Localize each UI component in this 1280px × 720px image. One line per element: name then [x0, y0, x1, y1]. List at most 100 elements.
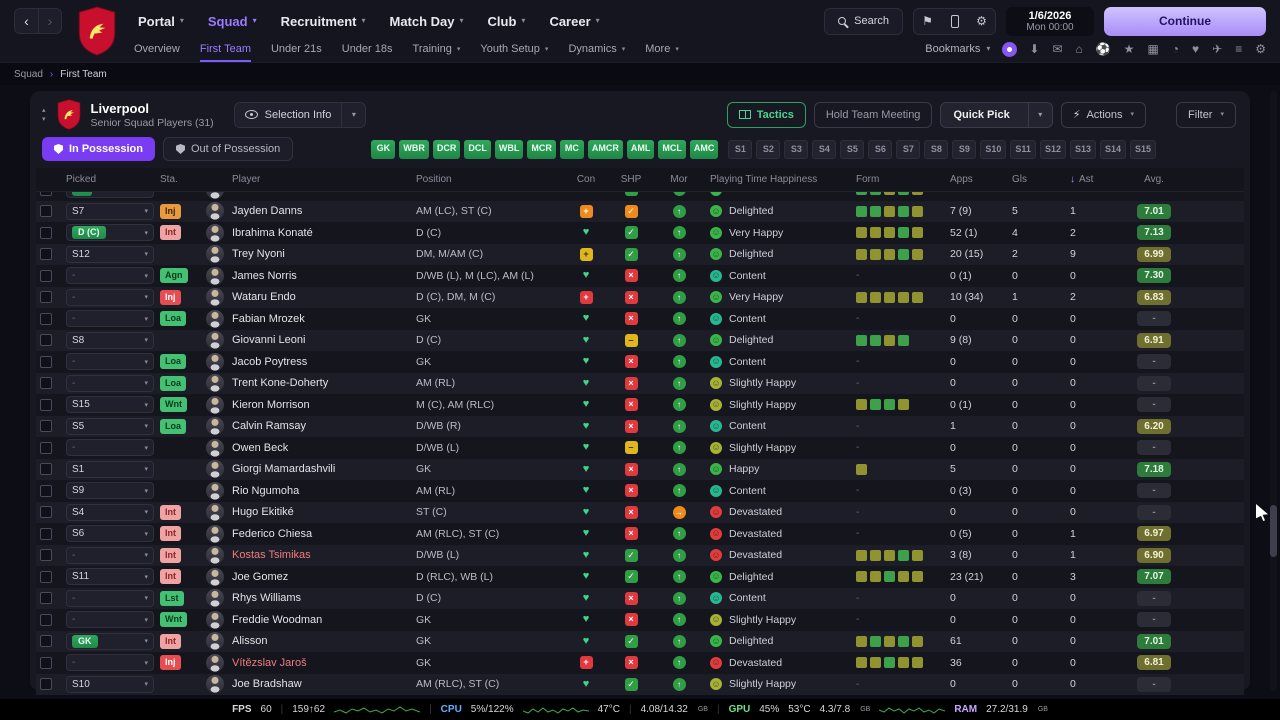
table-row[interactable]: S6 ▾ Int Federico Chiesa AM (RLC), ST (C) ♥ × ↑…	[36, 523, 1244, 545]
table-row[interactable]: - ▾ Loa Trent Kone-Doherty AM (RL) ♥ × ↑ ☺ Slight…	[36, 372, 1244, 394]
position-chip-wbr[interactable]: WBR	[399, 139, 429, 159]
table-row[interactable]: - ▾ Lst Rhys Williams D (C) ♥ × ↑ ☺ Content -0 0 0-	[36, 587, 1244, 609]
slot-chip-s5[interactable]: S5	[840, 139, 865, 159]
slot-chip-s10[interactable]: S10	[980, 139, 1007, 159]
row-checkbox[interactable]	[40, 192, 52, 196]
breadcrumb-squad[interactable]: Squad	[14, 69, 43, 80]
flag-icon[interactable]: ⚑	[914, 9, 941, 34]
table-row[interactable]: - ▾ Owen Beck D/WB (L) ♥ – ↑ ☺ Slightly Happy -0 0…	[36, 437, 1244, 459]
player-name[interactable]: Wataru Endo	[232, 291, 296, 303]
subnav-item-under-21s[interactable]: Under 21s	[271, 36, 322, 62]
manager-badge[interactable]	[1002, 41, 1018, 57]
table-row[interactable]: ▾ ♥ ✓ ↑ ☺	[36, 192, 1244, 201]
row-checkbox[interactable]	[40, 420, 52, 433]
picked-dropdown[interactable]: S12 ▾	[66, 245, 154, 263]
row-checkbox[interactable]	[40, 398, 52, 411]
player-name[interactable]: Vítězslav Jaroš	[232, 657, 307, 669]
player-name[interactable]: James Norris	[232, 270, 297, 282]
picked-dropdown[interactable]: S1 ▾	[66, 460, 154, 478]
bookmarks-dropdown[interactable]: Bookmarks ▾	[925, 43, 990, 55]
subnav-item-under-18s[interactable]: Under 18s	[342, 36, 393, 62]
player-name[interactable]: Rhys Williams	[232, 592, 301, 604]
slot-chip-s1[interactable]: S1	[728, 139, 753, 159]
slot-chip-s2[interactable]: S2	[756, 139, 781, 159]
picked-dropdown[interactable]: GK ▾	[66, 632, 154, 650]
player-name[interactable]: Joe Bradshaw	[232, 678, 302, 690]
nav-item-club[interactable]: Club ▾	[488, 14, 526, 29]
row-checkbox[interactable]	[40, 334, 52, 347]
player-name[interactable]: Alisson	[232, 635, 267, 647]
row-checkbox[interactable]	[40, 613, 52, 626]
hold-team-meeting-button[interactable]: Hold Team Meeting	[813, 101, 933, 128]
menu-icon[interactable]: ≡	[1235, 43, 1242, 55]
medical-icon[interactable]: ♥	[1192, 43, 1199, 55]
home-icon[interactable]: ⌂	[1075, 43, 1082, 55]
picked-dropdown[interactable]: - ▾	[66, 546, 154, 564]
picked-dropdown[interactable]: - ▾	[66, 589, 154, 607]
picked-dropdown[interactable]: - ▾	[66, 310, 154, 328]
col-header-mor[interactable]: Mor	[656, 168, 702, 191]
chevron-down-icon[interactable]: ▾	[1027, 102, 1052, 127]
player-name[interactable]: Giorgi Mamardashvili	[232, 463, 335, 475]
history-icon[interactable]: ◔	[1172, 43, 1179, 55]
col-header-form[interactable]: Form	[844, 168, 934, 191]
table-row[interactable]: S7 ▾ Inj Jayden Danns AM (LC), ST (C) + ✓ ↑ ☺ Del…	[36, 200, 1244, 222]
tactics-button[interactable]: Tactics	[726, 101, 806, 128]
col-header-con[interactable]: Con	[566, 168, 606, 191]
subnav-item-youth-setup[interactable]: Youth Setup ▾	[480, 36, 548, 62]
collapse-controls[interactable]: ▴ ▾	[42, 107, 46, 123]
table-row[interactable]: S8 ▾ Giovanni Leoni D (C) ♥ – ↑ ☺ Delighted 9 (8)…	[36, 329, 1244, 351]
player-name[interactable]: Trent Kone-Doherty	[232, 377, 328, 389]
row-checkbox[interactable]	[40, 291, 52, 304]
row-checkbox[interactable]	[40, 484, 52, 497]
row-checkbox[interactable]	[40, 506, 52, 519]
continue-button[interactable]: Continue	[1104, 6, 1266, 36]
player-name[interactable]: Ibrahima Konaté	[232, 227, 313, 239]
slot-chip-s8[interactable]: S8	[924, 139, 949, 159]
picked-dropdown[interactable]: S6 ▾	[66, 525, 154, 543]
picked-dropdown[interactable]: D (C) ▾	[66, 224, 154, 242]
slot-chip-s9[interactable]: S9	[952, 139, 977, 159]
col-header-apps[interactable]: Apps	[934, 168, 996, 191]
col-header-avg[interactable]: Avg.	[1126, 168, 1182, 191]
position-chip-mcr[interactable]: MCR	[527, 139, 556, 159]
nav-item-career[interactable]: Career ▾	[549, 14, 599, 29]
subnav-item-training[interactable]: Training ▾	[413, 36, 461, 62]
preferences-icon[interactable]: ⚙	[1255, 43, 1266, 55]
row-checkbox[interactable]	[40, 678, 52, 691]
position-chip-mc[interactable]: MC	[559, 139, 584, 159]
row-checkbox[interactable]	[40, 377, 52, 390]
row-checkbox[interactable]	[40, 656, 52, 669]
nav-item-portal[interactable]: Portal ▾	[138, 14, 184, 29]
picked-dropdown[interactable]: S5 ▾	[66, 417, 154, 435]
picked-dropdown[interactable]: - ▾	[66, 439, 154, 457]
picked-dropdown[interactable]: - ▾	[66, 353, 154, 371]
player-name[interactable]: Fabian Mrozek	[232, 313, 305, 325]
table-row[interactable]: S10 ▾ Joe Bradshaw AM (RLC), ST (C) ♥ ✓ ↑ ☺ Slig…	[36, 673, 1244, 695]
col-header-player[interactable]: Player	[206, 168, 416, 191]
filter-button[interactable]: Filter ▾	[1176, 101, 1236, 128]
picked-dropdown[interactable]: - ▾	[66, 267, 154, 285]
subnav-item-first-team[interactable]: First Team	[199, 36, 252, 62]
row-checkbox[interactable]	[40, 527, 52, 540]
calendar-icon[interactable]: ▦	[1147, 43, 1158, 55]
club-icon[interactable]: ⚽	[1096, 43, 1111, 55]
position-chip-amcr[interactable]: AMCR	[587, 139, 623, 159]
player-name[interactable]: Federico Chiesa	[232, 528, 312, 540]
row-checkbox[interactable]	[40, 355, 52, 368]
picked-dropdown[interactable]: ▾	[66, 192, 154, 199]
table-row[interactable]: - ▾ Loa Fabian Mrozek GK ♥ × ↑ ☺ Content -0 0 0-	[36, 308, 1244, 330]
chevron-down-icon[interactable]: ▾	[341, 102, 365, 127]
position-chip-amc[interactable]: AMC	[689, 139, 719, 159]
picked-dropdown[interactable]: S8 ▾	[66, 331, 154, 349]
col-header-picked[interactable]: Picked	[66, 168, 160, 191]
picked-dropdown[interactable]: - ▾	[66, 374, 154, 392]
row-checkbox[interactable]	[40, 248, 52, 261]
table-row[interactable]: D (C) ▾ Int Ibrahima Konaté D (C) ♥ ✓ ↑ ☺ Very Ha…	[36, 222, 1244, 244]
nav-item-squad[interactable]: Squad ▾	[208, 14, 257, 29]
table-row[interactable]: S9 ▾ Rio Ngumoha AM (RL) ♥ × ↑ ☺ Content - 0 (3) 0 0…	[36, 480, 1244, 502]
table-row[interactable]: - ▾ Inj Wataru Endo D (C), DM, M (C) + × ↑ ☺ Very…	[36, 286, 1244, 308]
table-row[interactable]: S1 ▾ Giorgi Mamardashvili GK ♥ × ↑ ☺ Happy 5 0 0 7.1…	[36, 458, 1244, 480]
position-chip-gk[interactable]: GK	[371, 139, 396, 159]
row-checkbox[interactable]	[40, 312, 52, 325]
